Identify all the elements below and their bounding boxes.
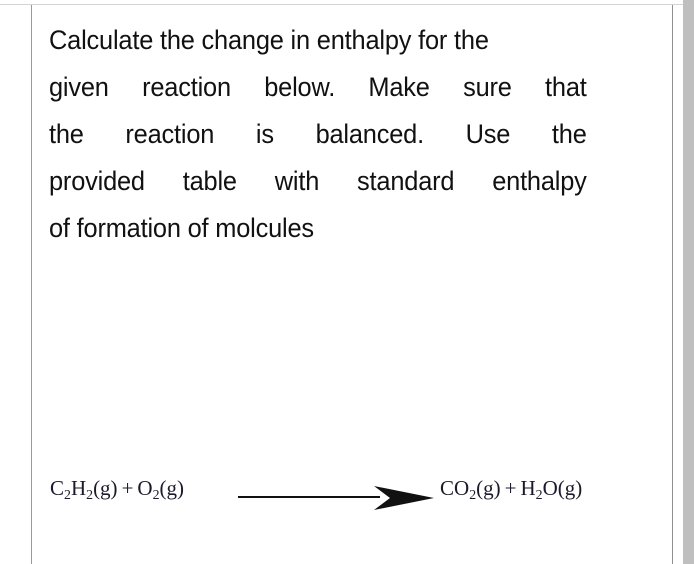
prompt-word: reaction	[142, 72, 231, 102]
prompt-word: with	[274, 166, 320, 196]
plus-sign: +	[121, 476, 134, 500]
element-c: C	[50, 476, 65, 500]
state-gas: (g)	[93, 476, 118, 500]
prompt-word: Use	[465, 119, 511, 149]
prompt-word: sure	[463, 72, 512, 102]
subscript-2: 2	[152, 486, 160, 502]
prompt-word: below.	[264, 72, 336, 102]
arrow-head	[374, 485, 434, 511]
element-h: H	[70, 476, 87, 500]
prompt-word: reaction	[125, 119, 215, 149]
element-h: H	[520, 476, 536, 500]
chemical-equation: C2H2(g) + O2(g) CO2(g) + H2O(g)	[32, 465, 672, 515]
prompt-word: enthalpy	[492, 166, 587, 196]
subscript-2: 2	[535, 486, 543, 502]
prompt-word: that	[545, 72, 587, 102]
species-co2: CO2(g)	[440, 476, 501, 502]
species-c2h2: C2H2(g)	[50, 476, 118, 502]
vertical-scrollbar[interactable]	[683, 0, 694, 564]
plus-sign: +	[504, 476, 517, 500]
right-margin	[673, 5, 683, 564]
prompt-line-3: the reaction is balanced. Use the	[49, 111, 587, 158]
state-gas: (g)	[476, 476, 501, 500]
arrow-shaft	[238, 496, 380, 498]
question-content: Calculate the change in enthalpy for the…	[32, 5, 672, 564]
prompt-line-2: given reaction below. Make sure that	[49, 64, 587, 111]
prompt-word: standard	[357, 166, 455, 196]
right-column-rule	[672, 5, 673, 564]
prompt-line-1: Calculate the change in enthalpy for the	[49, 25, 489, 55]
state-gas: (g)	[159, 476, 185, 500]
element-o: O	[137, 476, 153, 500]
species-h2o: H2O(g)	[520, 476, 583, 502]
prompt-word: the	[49, 119, 84, 149]
prompt-word: given	[49, 72, 109, 102]
element-o: O	[542, 476, 558, 500]
element-co: CO	[440, 476, 470, 500]
left-margin	[0, 5, 31, 564]
prompt-word: the	[551, 119, 587, 149]
prompt-word: provided	[49, 166, 145, 196]
prompt-line-4: provided table with standard enthalpy	[49, 158, 587, 205]
prompt-line-5: of formation of molcules	[49, 213, 314, 243]
reaction-arrow-icon	[238, 485, 434, 511]
question-prompt: Calculate the change in enthalpy for the…	[49, 17, 587, 252]
state-gas: (g)	[557, 476, 583, 500]
question-page: Calculate the change in enthalpy for the…	[0, 0, 694, 564]
prompt-word: table	[182, 166, 237, 196]
species-o2: O2(g)	[137, 476, 185, 502]
prompt-word: Make	[368, 72, 430, 102]
prompt-word: balanced.	[315, 119, 425, 149]
equation-products: CO2(g) + H2O(g)	[440, 476, 583, 502]
equation-reactants: C2H2(g) + O2(g)	[50, 476, 185, 502]
prompt-word: is	[255, 119, 274, 149]
subscript-2: 2	[64, 486, 71, 502]
